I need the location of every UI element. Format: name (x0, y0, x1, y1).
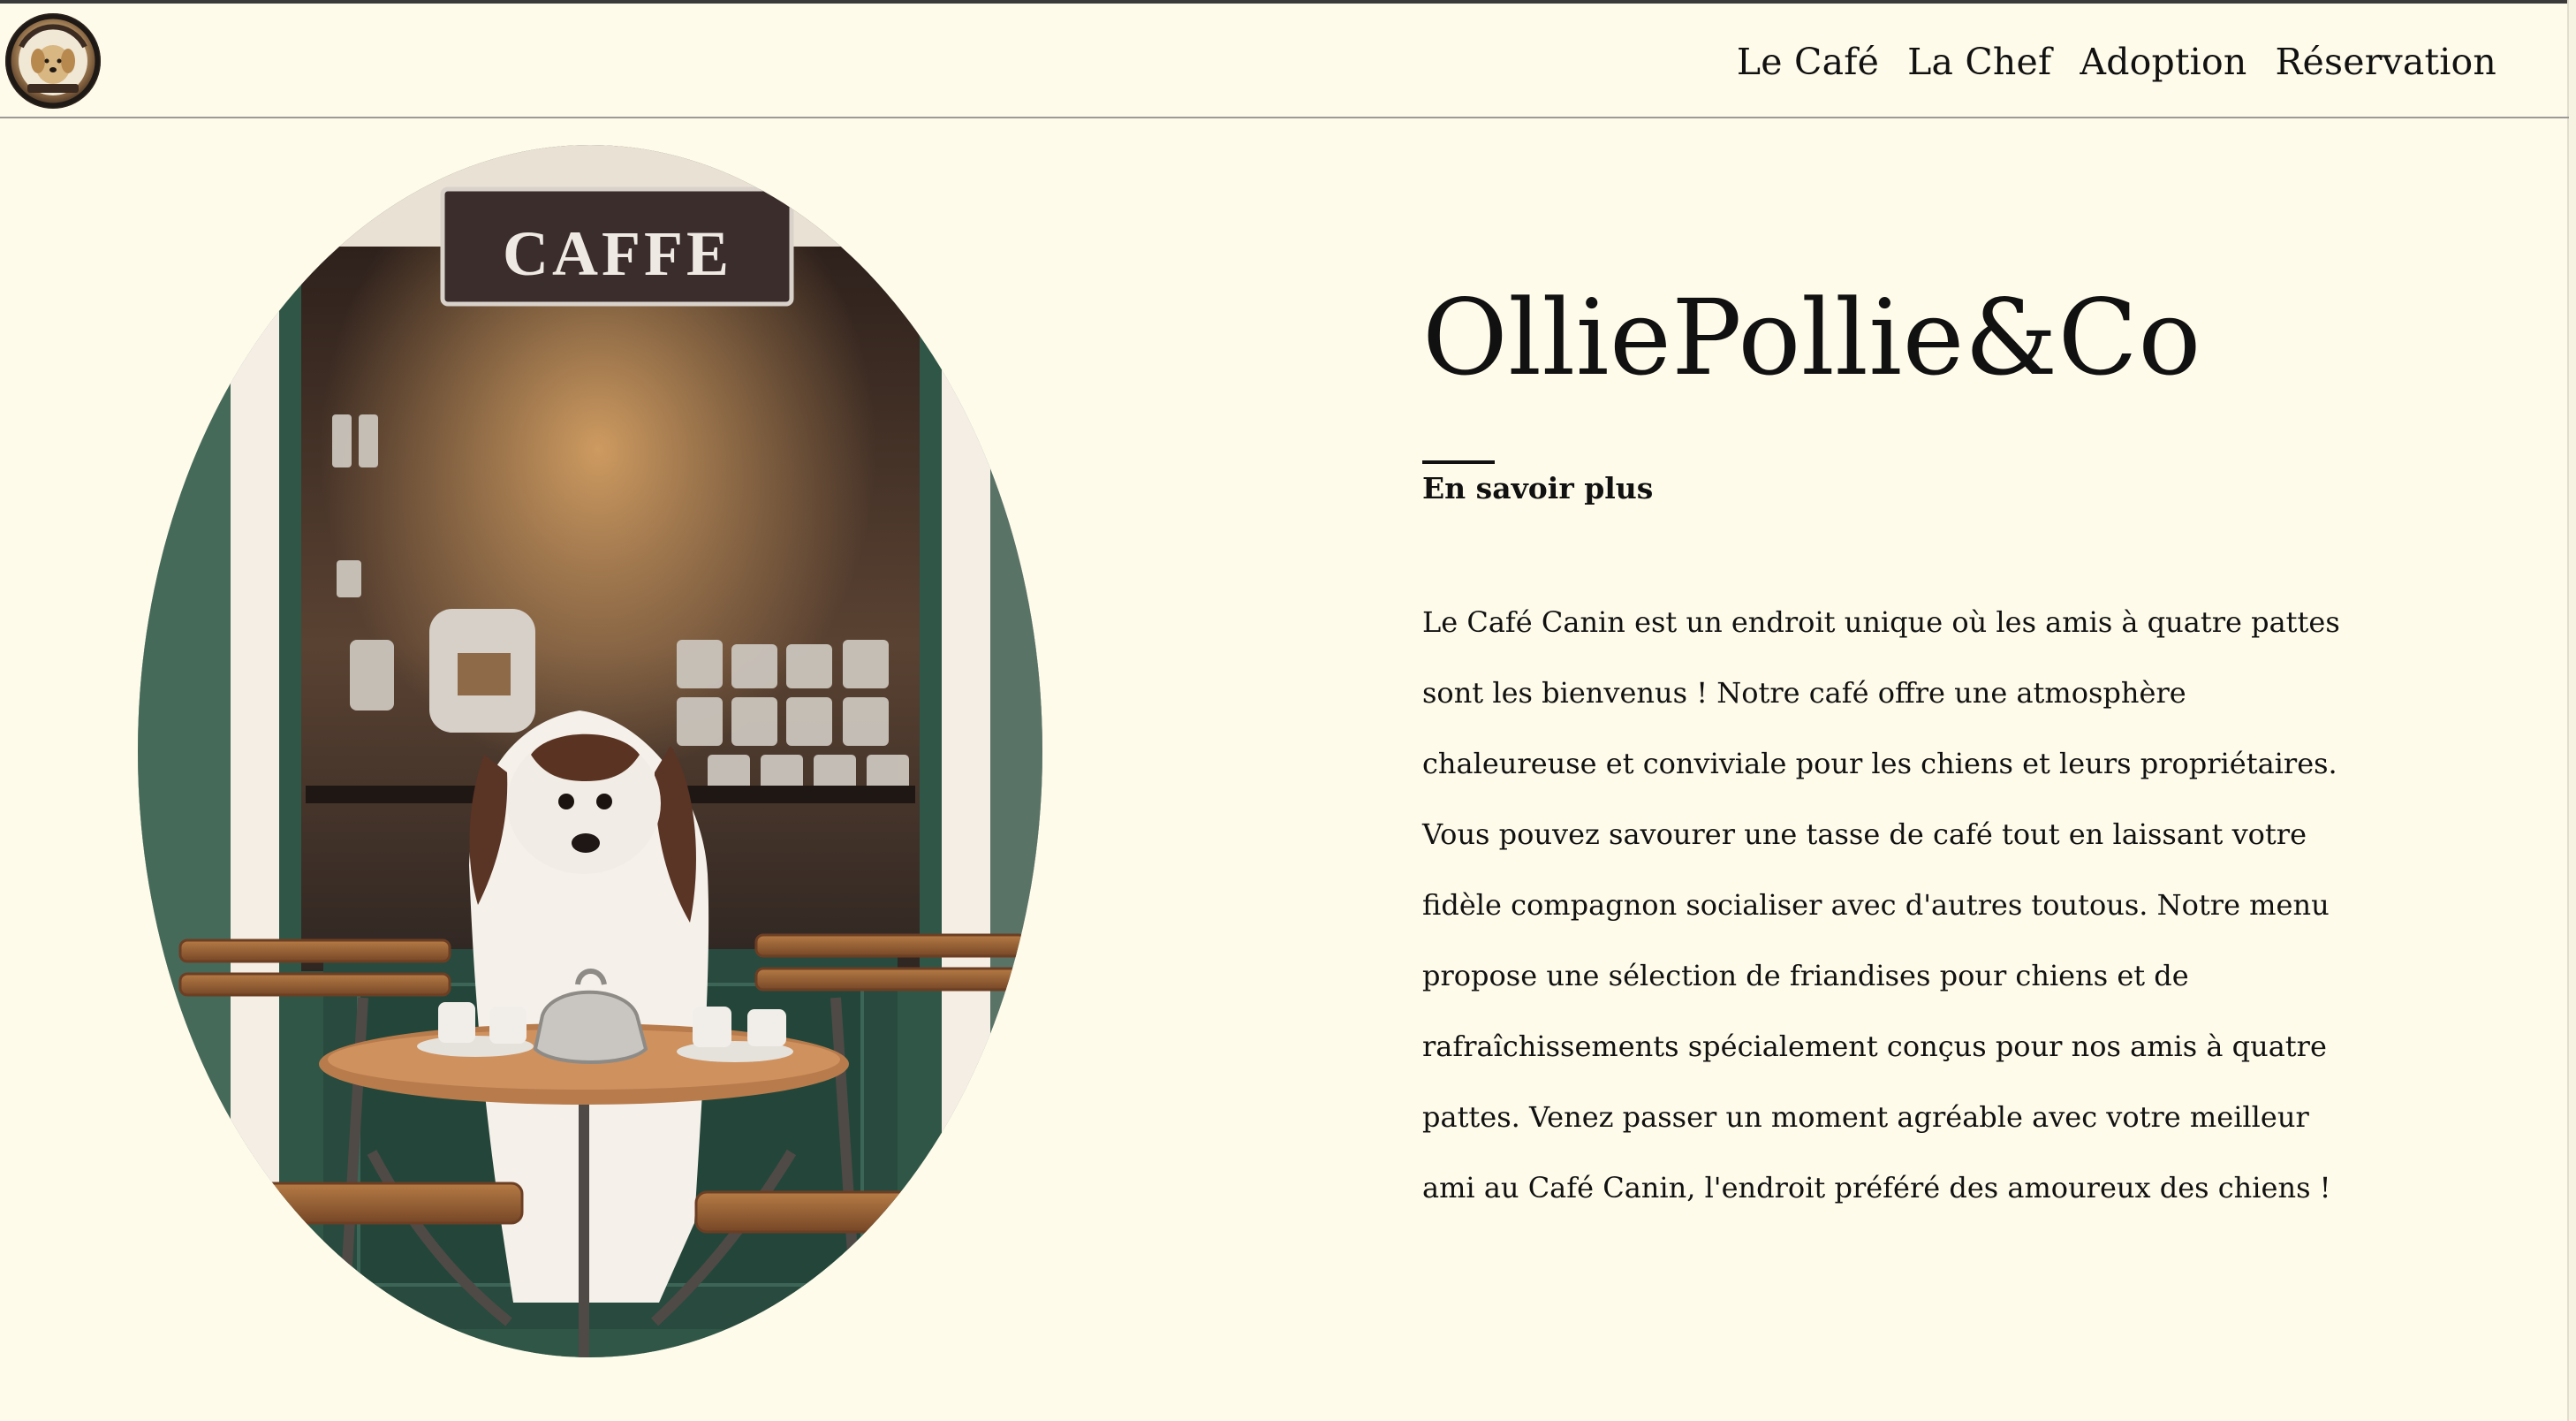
scrollbar[interactable] (2567, 0, 2576, 1421)
dog-cafe-badge-logo-icon[interactable] (5, 13, 101, 109)
description-line: Vous pouvez savourer une tasse de café t… (1422, 817, 2307, 851)
description-line: rafraîchissements spécialement conçus po… (1422, 1030, 2327, 1063)
description-line: ami au Café Canin, l'endroit préféré des… (1422, 1171, 2331, 1204)
description-line: pattes. Venez passer un moment agréable … (1422, 1100, 2309, 1134)
cafe-description: Le Café Canin est un endroit unique où l… (1422, 587, 2340, 1223)
description-line: fidèle compagnon socialiser avec d'autre… (1422, 888, 2330, 922)
cafe-sign-text: CAFFE (503, 218, 732, 289)
description-line: propose une sélection de friandises pour… (1422, 959, 2189, 992)
cafe-dog-oval-image: CAFFE (138, 145, 1042, 1357)
description-line: sont les bienvenus ! Notre café offre un… (1422, 676, 2186, 710)
nav-link-le-cafe[interactable]: Le Café (1737, 41, 1879, 83)
site-header: Le Café La Chef Adoption Réservation (0, 4, 2569, 118)
nav-link-adoption[interactable]: Adoption (2080, 41, 2246, 83)
main-navigation: Le Café La Chef Adoption Réservation (1737, 41, 2496, 83)
nav-link-la-chef[interactable]: La Chef (1907, 41, 2051, 83)
title-underline (1422, 460, 1495, 464)
learn-more-link[interactable]: En savoir plus (1422, 471, 1653, 505)
description-line: chaleureuse et conviviale pour les chien… (1422, 747, 2337, 780)
brand-title: OlliePollie&Co (1422, 277, 2201, 399)
description-line: Le Café Canin est un endroit unique où l… (1422, 605, 2340, 639)
nav-link-reservation[interactable]: Réservation (2275, 41, 2496, 83)
